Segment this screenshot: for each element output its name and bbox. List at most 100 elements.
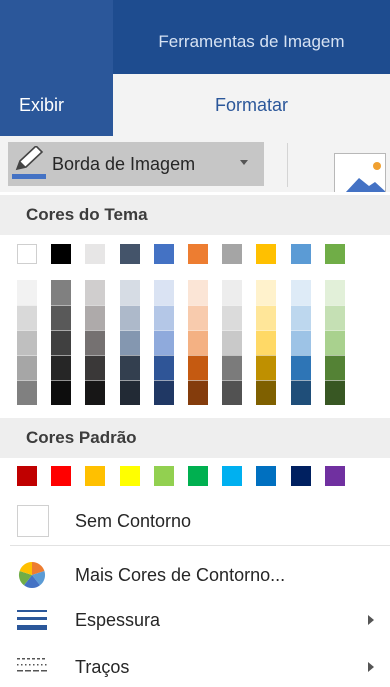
picture-style-thumbnail[interactable] bbox=[334, 153, 386, 192]
theme-shade-swatch[interactable] bbox=[188, 380, 208, 405]
standard-color-swatch[interactable] bbox=[120, 466, 140, 486]
theme-shade-swatch[interactable] bbox=[120, 305, 140, 330]
theme-shade-swatch[interactable] bbox=[291, 380, 311, 405]
theme-shade-swatch[interactable] bbox=[51, 280, 71, 305]
standard-color-swatch[interactable] bbox=[222, 466, 242, 486]
theme-shade-swatch[interactable] bbox=[154, 280, 174, 305]
theme-shade-swatch[interactable] bbox=[222, 355, 242, 380]
theme-shade-swatch[interactable] bbox=[51, 355, 71, 380]
more-outline-colors-item[interactable]: Mais Cores de Contorno... bbox=[75, 560, 285, 590]
theme-shade-column bbox=[291, 280, 311, 405]
theme-shade-swatch[interactable] bbox=[222, 330, 242, 355]
theme-shade-swatch[interactable] bbox=[222, 380, 242, 405]
theme-shade-swatch[interactable] bbox=[256, 330, 276, 355]
theme-shade-swatch[interactable] bbox=[256, 355, 276, 380]
theme-shade-swatch[interactable] bbox=[325, 355, 345, 380]
theme-shade-swatch[interactable] bbox=[222, 305, 242, 330]
theme-shade-swatch[interactable] bbox=[85, 355, 105, 380]
theme-shade-swatch[interactable] bbox=[325, 280, 345, 305]
theme-shade-swatch[interactable] bbox=[51, 305, 71, 330]
theme-shade-swatch[interactable] bbox=[85, 280, 105, 305]
theme-shade-column bbox=[17, 280, 37, 405]
standard-colors-header: Cores Padrão bbox=[0, 418, 390, 458]
dashes-item[interactable]: Traços bbox=[75, 652, 129, 682]
standard-color-swatch[interactable] bbox=[256, 466, 276, 486]
contextual-tab-group-title: Ferramentas de Imagem bbox=[158, 32, 345, 51]
theme-shade-swatch[interactable] bbox=[85, 305, 105, 330]
chevron-down-icon bbox=[240, 160, 248, 165]
theme-shade-swatch[interactable] bbox=[222, 280, 242, 305]
theme-shade-swatch[interactable] bbox=[85, 380, 105, 405]
no-outline-swatch[interactable] bbox=[17, 505, 49, 537]
theme-color-swatch[interactable] bbox=[17, 244, 37, 264]
theme-color-swatch[interactable] bbox=[291, 244, 311, 264]
theme-shade-swatch[interactable] bbox=[188, 330, 208, 355]
standard-color-swatch[interactable] bbox=[17, 466, 37, 486]
theme-shade-swatch[interactable] bbox=[120, 380, 140, 405]
theme-shade-swatch[interactable] bbox=[188, 305, 208, 330]
tab-formatar[interactable]: Formatar bbox=[113, 74, 390, 136]
theme-shade-swatch[interactable] bbox=[51, 330, 71, 355]
theme-shade-swatch[interactable] bbox=[17, 305, 37, 330]
toolbar-separator bbox=[287, 143, 288, 187]
theme-color-swatch[interactable] bbox=[120, 244, 140, 264]
theme-colors-header: Cores do Tema bbox=[0, 195, 390, 235]
theme-shade-column bbox=[188, 280, 208, 405]
color-wheel-icon bbox=[18, 561, 46, 589]
menu-divider bbox=[10, 545, 390, 546]
standard-color-swatch[interactable] bbox=[188, 466, 208, 486]
line-weight-icon bbox=[17, 610, 47, 630]
theme-shade-swatch[interactable] bbox=[291, 330, 311, 355]
theme-shade-column bbox=[256, 280, 276, 405]
theme-shade-column bbox=[120, 280, 140, 405]
theme-color-swatch[interactable] bbox=[256, 244, 276, 264]
theme-shade-swatch[interactable] bbox=[154, 355, 174, 380]
standard-color-swatch[interactable] bbox=[85, 466, 105, 486]
theme-shade-swatch[interactable] bbox=[325, 380, 345, 405]
theme-shade-swatch[interactable] bbox=[17, 380, 37, 405]
theme-color-swatch[interactable] bbox=[325, 244, 345, 264]
theme-color-swatch[interactable] bbox=[154, 244, 174, 264]
theme-shade-swatch[interactable] bbox=[17, 355, 37, 380]
theme-shade-swatch[interactable] bbox=[291, 355, 311, 380]
theme-shade-swatch[interactable] bbox=[291, 280, 311, 305]
weight-item[interactable]: Espessura bbox=[75, 605, 160, 635]
standard-color-swatch[interactable] bbox=[325, 466, 345, 486]
theme-shade-swatch[interactable] bbox=[291, 305, 311, 330]
theme-shade-swatch[interactable] bbox=[325, 305, 345, 330]
theme-shade-swatch[interactable] bbox=[188, 355, 208, 380]
theme-shade-swatch[interactable] bbox=[85, 330, 105, 355]
theme-shade-swatch[interactable] bbox=[188, 280, 208, 305]
theme-shade-swatch[interactable] bbox=[256, 380, 276, 405]
theme-shade-column bbox=[51, 280, 71, 405]
theme-shade-column bbox=[85, 280, 105, 405]
theme-color-swatch[interactable] bbox=[51, 244, 71, 264]
theme-shade-swatch[interactable] bbox=[154, 330, 174, 355]
no-outline-label[interactable]: Sem Contorno bbox=[75, 506, 191, 536]
theme-color-swatch[interactable] bbox=[188, 244, 208, 264]
theme-shade-swatch[interactable] bbox=[256, 305, 276, 330]
pen-color-icon bbox=[12, 146, 46, 179]
tab-exibir[interactable]: Exibir bbox=[0, 74, 113, 136]
theme-shade-swatch[interactable] bbox=[51, 380, 71, 405]
theme-shade-swatch[interactable] bbox=[120, 330, 140, 355]
theme-shade-column bbox=[325, 280, 345, 405]
theme-shade-swatch[interactable] bbox=[120, 280, 140, 305]
theme-shade-column bbox=[222, 280, 242, 405]
theme-shade-swatch[interactable] bbox=[154, 305, 174, 330]
theme-color-swatch[interactable] bbox=[85, 244, 105, 264]
chevron-right-icon bbox=[368, 662, 374, 672]
standard-color-swatch[interactable] bbox=[291, 466, 311, 486]
dash-style-icon bbox=[17, 658, 47, 672]
ribbon-header-left bbox=[0, 0, 113, 74]
theme-shade-swatch[interactable] bbox=[17, 280, 37, 305]
theme-shade-swatch[interactable] bbox=[325, 330, 345, 355]
picture-border-label: Borda de Imagem bbox=[52, 154, 196, 174]
standard-color-swatch[interactable] bbox=[51, 466, 71, 486]
theme-shade-swatch[interactable] bbox=[154, 380, 174, 405]
theme-shade-swatch[interactable] bbox=[120, 355, 140, 380]
theme-color-swatch[interactable] bbox=[222, 244, 242, 264]
theme-shade-swatch[interactable] bbox=[256, 280, 276, 305]
theme-shade-swatch[interactable] bbox=[17, 330, 37, 355]
standard-color-swatch[interactable] bbox=[154, 466, 174, 486]
